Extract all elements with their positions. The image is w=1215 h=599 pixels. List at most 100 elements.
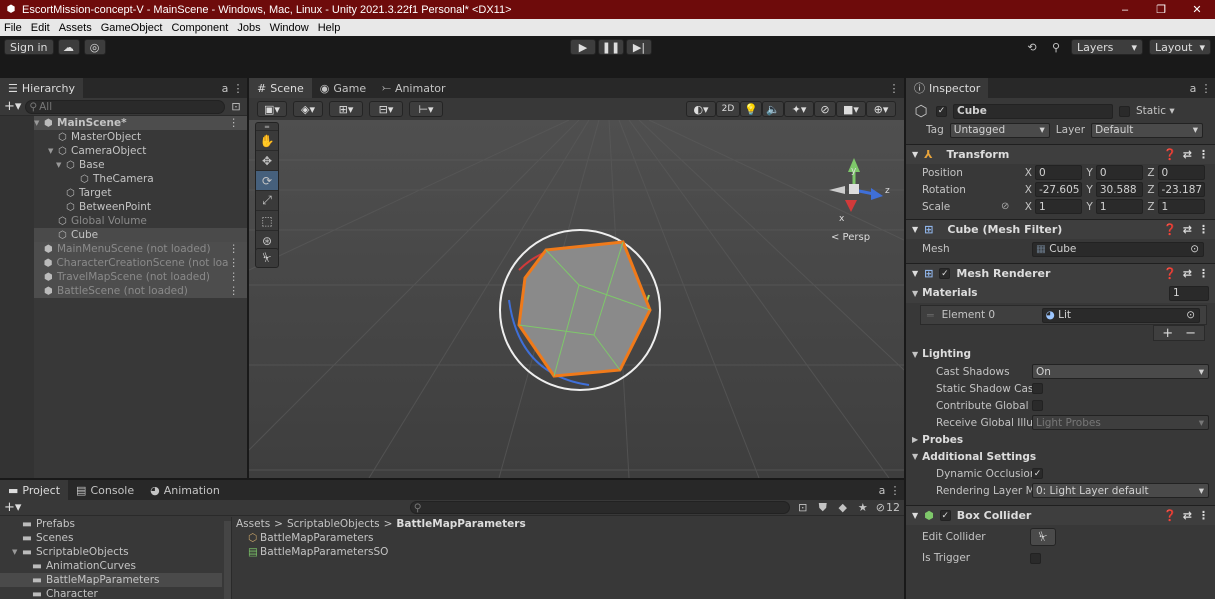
project-folder-item[interactable]: ▬ AnimationCurves: [0, 559, 222, 573]
constrain-proportions-icon[interactable]: ⊘: [1001, 201, 1025, 212]
transform-header[interactable]: ▼ ⅄ Transform ❓ ⇄ ⋮: [906, 144, 1215, 164]
element0-material-field[interactable]: ◕ Lit ⊙: [1041, 307, 1200, 323]
custom-tool-icon[interactable]: ⏧: [255, 248, 279, 268]
static-shadow-caster-checkbox[interactable]: [1032, 383, 1043, 394]
position-y-field[interactable]: 0: [1095, 165, 1144, 180]
presets-icon[interactable]: ⇄: [1183, 509, 1192, 522]
more-icon[interactable]: ⋮: [1198, 509, 1209, 522]
menu-gameobject[interactable]: GameObject: [101, 22, 163, 34]
presets-icon[interactable]: ⇄: [1183, 223, 1192, 236]
static-checkbox[interactable]: [1119, 105, 1130, 117]
hierarchy-scene-row[interactable]: ⬢ BattleScene (not loaded) ⋮: [34, 284, 247, 298]
object-picker-icon[interactable]: ⊙: [1186, 309, 1195, 321]
project-folder-item[interactable]: ▬ Character: [0, 587, 222, 599]
lighting-foldout[interactable]: ▼ Lighting: [906, 345, 1215, 363]
hierarchy-item[interactable]: ⬡ BetweenPoint: [34, 200, 247, 214]
layout-dropdown[interactable]: Layout ▾: [1149, 39, 1211, 55]
breadcrumb-scriptableobjects[interactable]: ScriptableObjects: [287, 518, 380, 530]
collab-icon[interactable]: ◎: [83, 39, 106, 55]
more-icon[interactable]: ⋮: [229, 271, 240, 283]
effects-dropdown[interactable]: ✦▾: [784, 101, 814, 117]
more-icon[interactable]: ⋮: [1198, 267, 1209, 280]
help-icon[interactable]: ❓: [1163, 267, 1177, 280]
pause-button[interactable]: ❚❚: [598, 39, 624, 55]
mesh-object-field[interactable]: ▦ Cube ⊙: [1032, 241, 1204, 257]
add-button[interactable]: +▾: [4, 99, 21, 114]
tab-animation[interactable]: ◕ Animation: [142, 480, 228, 500]
tab-project[interactable]: ▬ Project: [0, 480, 69, 500]
probes-foldout[interactable]: ▶ Probes: [906, 431, 1215, 448]
project-folder-item[interactable]: ▬ BattleMapParameters: [0, 573, 222, 587]
is-trigger-checkbox[interactable]: [1030, 552, 1041, 564]
search-icon[interactable]: ⚲: [1047, 41, 1065, 54]
tag-dropdown[interactable]: Untagged ▾: [949, 122, 1050, 138]
rotation-y-field[interactable]: 30.588: [1095, 182, 1144, 197]
hand-tool-icon[interactable]: ✋: [256, 131, 278, 151]
palette-grip[interactable]: ═: [256, 123, 278, 131]
axis-z-label[interactable]: Z: [1147, 167, 1154, 179]
draw-mode-dropdown[interactable]: ▣▾: [257, 101, 287, 117]
menu-help[interactable]: Help: [318, 22, 341, 34]
more-icon[interactable]: ⋮: [1198, 223, 1209, 236]
foldout-arrow-icon[interactable]: ▼: [12, 548, 22, 556]
materials-foldout[interactable]: ▼ Materials 1: [906, 283, 1215, 303]
tab-hierarchy[interactable]: ☰ Hierarchy: [0, 78, 84, 98]
hierarchy-search-input[interactable]: ⚲ All: [25, 99, 225, 114]
shading-dropdown[interactable]: ◈▾: [293, 101, 323, 117]
contribute-gi-checkbox[interactable]: [1032, 400, 1043, 411]
scale-tool-icon[interactable]: ⤢: [256, 191, 278, 211]
axis-z-label[interactable]: Z: [1147, 201, 1154, 213]
hierarchy-item[interactable]: ▼ ⬡ CameraObject: [34, 144, 247, 158]
hierarchy-scene-row[interactable]: ⬢ MainMenuScene (not loaded) ⋮: [34, 242, 247, 256]
hidden-objects-icon[interactable]: ⊘: [814, 101, 836, 117]
create-asset-button[interactable]: +▾: [4, 500, 21, 515]
shading-mode-dropdown[interactable]: ◐▾: [686, 101, 716, 117]
favorite-star-icon[interactable]: ★: [856, 501, 870, 514]
axis-z-label[interactable]: Z: [1147, 184, 1154, 196]
more-icon[interactable]: ⋮: [888, 82, 900, 95]
hierarchy-item[interactable]: ⬡ Target: [34, 186, 247, 200]
tab-game[interactable]: ◉ Game: [312, 78, 374, 98]
static-dropdown[interactable]: Static ▾: [1136, 105, 1175, 117]
ruler-dropdown[interactable]: ⊢▾: [409, 101, 443, 117]
hierarchy-item[interactable]: ⬡ Cube: [34, 228, 247, 242]
cast-shadows-dropdown[interactable]: On ▾: [1032, 364, 1209, 379]
minimize-button[interactable]: –: [1107, 0, 1143, 19]
object-picker-icon[interactable]: ⊙: [1190, 243, 1199, 255]
menu-edit[interactable]: Edit: [31, 22, 50, 34]
lock-icon[interactable]: a: [218, 82, 232, 95]
foldout-arrow-icon[interactable]: ▼: [34, 119, 44, 127]
more-icon[interactable]: ⋮: [1200, 82, 1212, 95]
object-name-field[interactable]: Cube: [953, 103, 1113, 119]
rotation-x-field[interactable]: -27.605: [1034, 182, 1083, 197]
foldout-arrow-icon[interactable]: ▼: [56, 161, 66, 169]
menu-window[interactable]: Window: [270, 22, 309, 34]
tab-animator[interactable]: ⤚ Animator: [374, 78, 453, 98]
remove-element-button[interactable]: −: [1185, 326, 1196, 341]
project-asset-item[interactable]: ⬡ BattleMapParameters: [248, 531, 904, 545]
axis-y-label[interactable]: Y: [1086, 201, 1092, 213]
lighting-toggle-icon[interactable]: 💡: [740, 101, 762, 117]
hierarchy-item[interactable]: ⬡ Global Volume: [34, 214, 247, 228]
help-icon[interactable]: ❓: [1163, 509, 1177, 522]
hierarchy-scene-row[interactable]: ⬢ CharacterCreationScene (not loa ⋮: [34, 256, 247, 270]
hidden-packages-button[interactable]: ⊘ 12: [876, 501, 900, 514]
more-icon[interactable]: ⋮: [232, 82, 244, 95]
gizmos-dropdown[interactable]: ⊕▾: [866, 101, 896, 117]
materials-count-field[interactable]: 1: [1169, 285, 1209, 301]
layer-dropdown[interactable]: Default ▾: [1091, 122, 1204, 138]
snap-increment-dropdown[interactable]: ⊟▾: [369, 101, 403, 117]
more-icon[interactable]: ⋮: [229, 285, 240, 297]
hierarchy-item[interactable]: ▼ ⬡ Base: [34, 158, 247, 172]
more-icon[interactable]: ⋮: [229, 117, 240, 129]
maximize-button[interactable]: ❐: [1143, 0, 1179, 19]
mesh-renderer-enabled-checkbox[interactable]: ✓: [939, 268, 951, 279]
box-collider-enabled-checkbox[interactable]: ✓: [939, 510, 951, 521]
axis-y-label[interactable]: Y: [1086, 184, 1092, 196]
project-folder-item[interactable]: ▬ Scenes: [0, 531, 222, 545]
tab-console[interactable]: ▤ Console: [68, 480, 142, 500]
step-button[interactable]: ▶|: [626, 39, 652, 55]
mesh-renderer-header[interactable]: ▼ ⊞ ✓ Mesh Renderer ❓ ⇄ ⋮: [906, 263, 1215, 283]
tab-scene[interactable]: # Scene: [249, 78, 312, 98]
tree-scrollbar[interactable]: [224, 521, 231, 599]
